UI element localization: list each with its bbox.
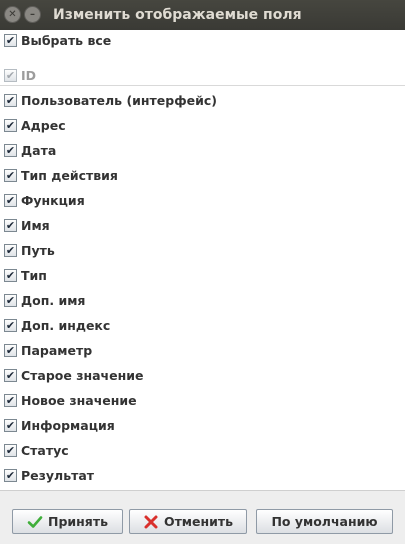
field-label: Путь bbox=[21, 242, 55, 258]
field-label: Функция bbox=[21, 192, 85, 208]
field-checkbox-row[interactable]: ✔ Пользователь (интерфейс) bbox=[4, 91, 217, 109]
minimize-icon: – bbox=[30, 9, 35, 20]
checkmark-icon: ✔ bbox=[5, 93, 16, 107]
field-checkbox-row[interactable]: ✔ Доп. индекс bbox=[4, 316, 110, 334]
checkmark-icon: ✔ bbox=[5, 193, 16, 207]
field-checkbox[interactable]: ✔ bbox=[4, 268, 17, 282]
field-label: Имя bbox=[21, 217, 50, 233]
field-checkbox-row: ✔ ID bbox=[4, 66, 36, 84]
red-x-icon bbox=[144, 515, 158, 528]
field-checkbox-row[interactable]: ✔ Путь bbox=[4, 241, 55, 259]
select-all-checkbox[interactable]: ✔ bbox=[4, 33, 17, 47]
checkmark-icon: ✔ bbox=[5, 143, 16, 157]
field-checkbox-row[interactable]: ✔ Старое значение bbox=[4, 366, 144, 384]
checkmark-icon: ✔ bbox=[5, 293, 16, 307]
field-label: Информация bbox=[21, 417, 115, 433]
field-label: Новое значение bbox=[21, 392, 137, 408]
field-checkbox[interactable]: ✔ bbox=[4, 243, 17, 257]
field-label: Адрес bbox=[21, 117, 66, 133]
field-checkbox-row[interactable]: ✔ Имя bbox=[4, 216, 50, 234]
field-checkbox-row[interactable]: ✔ Тип действия bbox=[4, 166, 118, 184]
accept-button[interactable]: Принять bbox=[12, 509, 123, 534]
field-checkbox-row[interactable]: ✔ Статус bbox=[4, 441, 69, 459]
checkmark-icon: ✔ bbox=[5, 33, 16, 47]
checkmark-icon: ✔ bbox=[5, 468, 16, 482]
field-label: Доп. индекс bbox=[21, 317, 111, 333]
window-title: Изменить отображаемые поля bbox=[53, 7, 302, 23]
field-label: Тип bbox=[21, 267, 47, 283]
field-checkbox[interactable]: ✔ bbox=[4, 368, 17, 382]
field-label: ID bbox=[21, 67, 37, 83]
field-checkbox-row[interactable]: ✔ Тип bbox=[4, 266, 47, 284]
checkmark-icon: ✔ bbox=[5, 368, 16, 382]
field-checkbox-row[interactable]: ✔ Информация bbox=[4, 416, 115, 434]
field-label: Результат bbox=[21, 467, 95, 483]
field-checkbox[interactable]: ✔ bbox=[4, 393, 17, 407]
field-checkbox-row[interactable]: ✔ Функция bbox=[4, 191, 85, 209]
field-checkbox[interactable]: ✔ bbox=[4, 193, 17, 207]
field-label: Тип действия bbox=[21, 167, 118, 183]
field-checkbox[interactable]: ✔ bbox=[4, 218, 17, 232]
close-icon: ✕ bbox=[8, 9, 17, 20]
select-all-label: Выбрать все bbox=[21, 32, 112, 48]
checkmark-icon: ✔ bbox=[5, 268, 16, 282]
cancel-button[interactable]: Отменить bbox=[129, 509, 247, 534]
checkmark-icon: ✔ bbox=[5, 68, 16, 82]
checkmark-icon: ✔ bbox=[5, 118, 16, 132]
checkmark-icon: ✔ bbox=[5, 318, 16, 332]
field-checkbox-row[interactable]: ✔ Доп. имя bbox=[4, 291, 85, 309]
checkmark-icon bbox=[27, 515, 43, 528]
field-checkbox-row[interactable]: ✔ Новое значение bbox=[4, 391, 137, 409]
field-checkbox-row[interactable]: ✔ Дата bbox=[4, 141, 56, 159]
checkmark-icon: ✔ bbox=[5, 243, 16, 257]
field-label: Дата bbox=[21, 142, 57, 158]
accept-button-label: Принять bbox=[48, 514, 108, 529]
cancel-button-label: Отменить bbox=[163, 514, 234, 529]
field-checkbox[interactable]: ✔ bbox=[4, 143, 17, 157]
select-all-checkbox-row[interactable]: ✔ Выбрать все bbox=[4, 31, 111, 49]
checkmark-icon: ✔ bbox=[5, 343, 16, 357]
checkmark-icon: ✔ bbox=[5, 218, 16, 232]
field-label: Параметр bbox=[21, 342, 93, 358]
field-label: Пользователь (интерфейс) bbox=[21, 92, 217, 108]
button-bar: Принять Отменить По умолчанию bbox=[0, 490, 405, 544]
field-checkbox-row[interactable]: ✔ Результат bbox=[4, 466, 94, 484]
field-checkbox: ✔ bbox=[4, 68, 17, 82]
field-checkbox[interactable]: ✔ bbox=[4, 443, 17, 457]
field-label: Доп. имя bbox=[21, 292, 86, 308]
field-checkbox[interactable]: ✔ bbox=[4, 93, 17, 107]
field-label: Статус bbox=[21, 442, 69, 458]
field-checkbox[interactable]: ✔ bbox=[4, 418, 17, 432]
field-checkbox[interactable]: ✔ bbox=[4, 468, 17, 482]
default-button-label: По умолчанию bbox=[271, 514, 378, 529]
checkmark-icon: ✔ bbox=[5, 418, 16, 432]
field-checkbox[interactable]: ✔ bbox=[4, 168, 17, 182]
close-window-button[interactable]: ✕ bbox=[4, 6, 21, 23]
title-bar: ✕ – Изменить отображаемые поля bbox=[0, 0, 405, 30]
checkmark-icon: ✔ bbox=[5, 443, 16, 457]
field-checkbox-row[interactable]: ✔ Адрес bbox=[4, 116, 66, 134]
field-checkbox[interactable]: ✔ bbox=[4, 118, 17, 132]
checkmark-icon: ✔ bbox=[5, 393, 16, 407]
fields-panel: ✔ Выбрать все ✔ ID ✔ Пользователь (интерфей… bbox=[0, 30, 405, 490]
field-checkbox[interactable]: ✔ bbox=[4, 343, 17, 357]
default-button[interactable]: По умолчанию bbox=[256, 509, 393, 534]
field-checkbox[interactable]: ✔ bbox=[4, 293, 17, 307]
field-label: Старое значение bbox=[21, 367, 144, 383]
minimize-window-button[interactable]: – bbox=[24, 6, 41, 23]
separator bbox=[0, 85, 405, 86]
checkmark-icon: ✔ bbox=[5, 168, 16, 182]
field-checkbox-row[interactable]: ✔ Параметр bbox=[4, 341, 92, 359]
field-checkbox[interactable]: ✔ bbox=[4, 318, 17, 332]
